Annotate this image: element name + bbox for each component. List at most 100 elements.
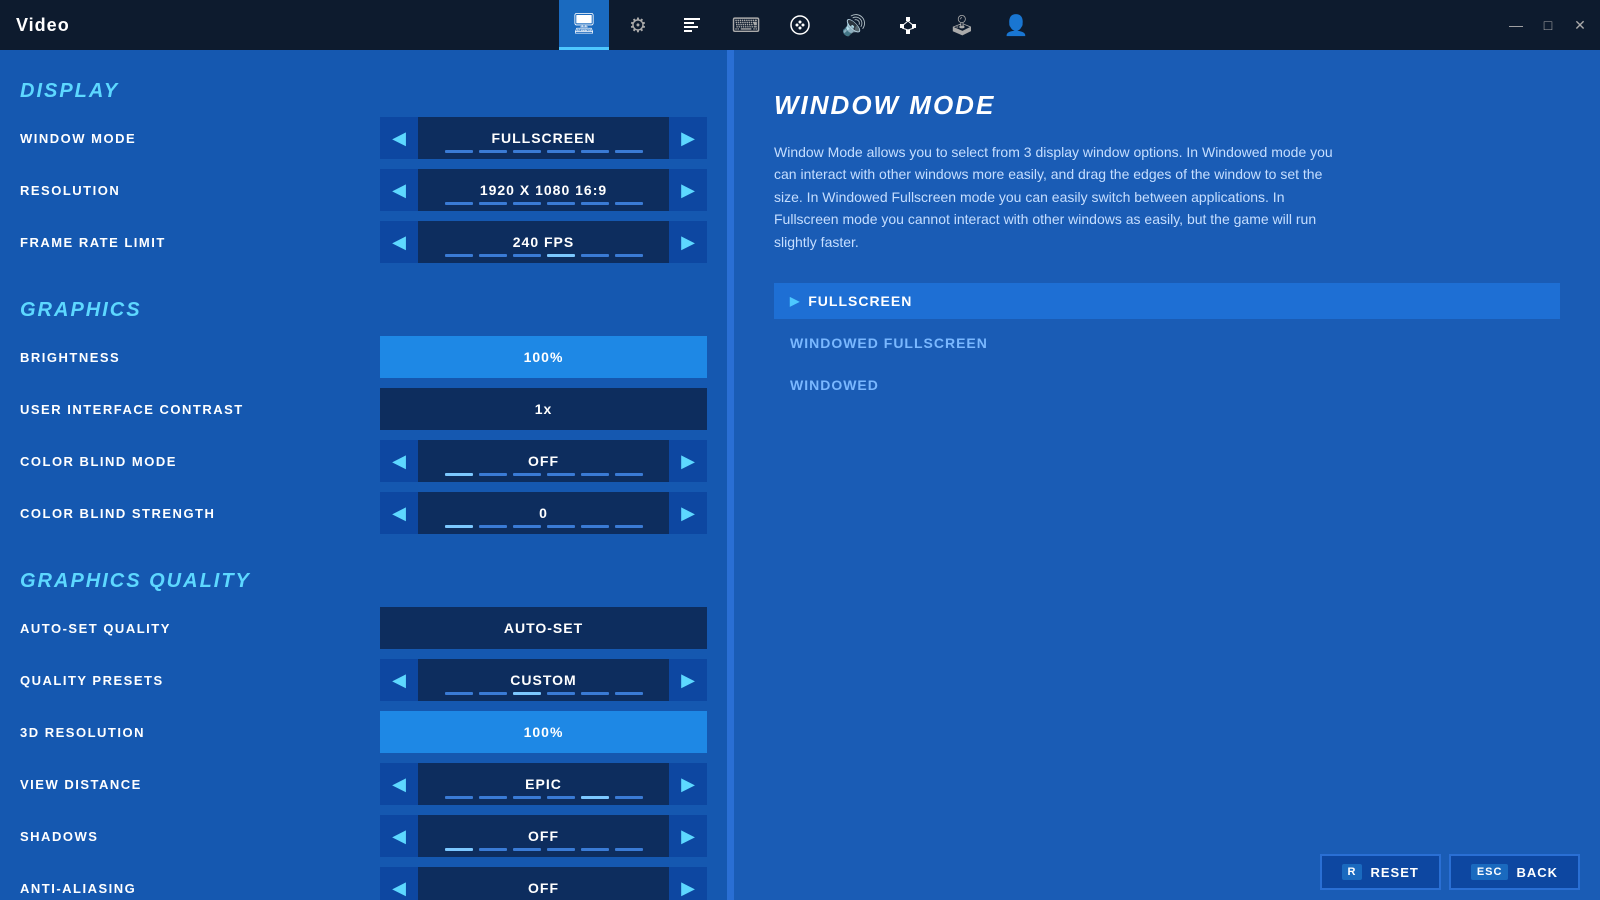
auto-set-quality-control: AUTO-SET (380, 607, 707, 649)
window-mode-next[interactable]: ▶ (669, 117, 707, 159)
anti-aliasing-control: ◀ OFF ▶ (380, 867, 707, 900)
ui-contrast-control: 1x (380, 388, 707, 430)
quality-presets-control: ◀ CUSTOM ▶ (380, 659, 707, 701)
nav-monitor[interactable]: 🖥 (559, 0, 609, 50)
info-description: Window Mode allows you to select from 3 … (774, 141, 1334, 253)
color-blind-strength-label: COLOR BLIND STRENGTH (20, 506, 380, 521)
ui-contrast-value: 1x (380, 388, 707, 430)
resolution-row: RESOLUTION ◀ 1920 X 1080 16:9 ▶ (20, 169, 707, 211)
brightness-row: BRIGHTNESS 100% (20, 336, 707, 378)
view-distance-prev[interactable]: ◀ (380, 763, 418, 805)
quality-presets-slider (418, 692, 669, 695)
nav-controller[interactable]: 🕹 (937, 0, 987, 50)
close-button[interactable]: ✕ (1568, 13, 1592, 37)
color-blind-strength-control: ◀ 0 ▶ (380, 492, 707, 534)
anti-aliasing-next[interactable]: ▶ (669, 867, 707, 900)
option-selected-arrow: ▶ (790, 294, 800, 308)
color-blind-strength-slider (418, 525, 669, 528)
color-blind-mode-label: COLOR BLIND MODE (20, 454, 380, 469)
shadows-prev[interactable]: ◀ (380, 815, 418, 857)
bottom-bar: R RESET ESC BACK (1300, 844, 1600, 900)
view-distance-row: VIEW DISTANCE ◀ EPIC ▶ (20, 763, 707, 805)
option-windowed-fullscreen-label: WINDOWED FULLSCREEN (790, 335, 988, 351)
frame-rate-prev[interactable]: ◀ (380, 221, 418, 263)
color-blind-strength-value: 0 (418, 492, 669, 534)
color-blind-mode-value: OFF (418, 440, 669, 482)
3d-resolution-value: 100% (380, 711, 707, 753)
view-distance-slider (418, 796, 669, 799)
color-blind-mode-row: COLOR BLIND MODE ◀ OFF ▶ (20, 440, 707, 482)
resolution-control: ◀ 1920 X 1080 16:9 ▶ (380, 169, 707, 211)
view-distance-next[interactable]: ▶ (669, 763, 707, 805)
ui-contrast-label: USER INTERFACE CONTRAST (20, 402, 380, 417)
back-key: ESC (1471, 864, 1509, 880)
frame-rate-control: ◀ 240 FPS ▶ (380, 221, 707, 263)
window-mode-row: WINDOW MODE ◀ FULLSCREEN ▶ (20, 117, 707, 159)
frame-rate-slider (418, 254, 669, 257)
nav-gamepad2[interactable] (775, 0, 825, 50)
color-blind-mode-prev[interactable]: ◀ (380, 440, 418, 482)
option-fullscreen[interactable]: ▶ FULLSCREEN (774, 283, 1560, 319)
nav-text[interactable] (667, 0, 717, 50)
graphics-section-header: GRAPHICS (20, 299, 707, 322)
window-controls: — □ ✕ (1504, 13, 1592, 37)
anti-aliasing-label: ANTI-ALIASING (20, 881, 380, 896)
anti-aliasing-row: ANTI-ALIASING ◀ OFF ▶ (20, 867, 707, 900)
resolution-prev[interactable]: ◀ (380, 169, 418, 211)
shadows-next[interactable]: ▶ (669, 815, 707, 857)
view-distance-control: ◀ EPIC ▶ (380, 763, 707, 805)
auto-set-quality-label: AUTO-SET QUALITY (20, 621, 380, 636)
color-blind-mode-control: ◀ OFF ▶ (380, 440, 707, 482)
shadows-row: SHADOWS ◀ OFF ▶ (20, 815, 707, 857)
title-bar: Video 🖥 ⚙ ⌨ 🔊 🕹 👤 — □ ✕ (0, 0, 1600, 50)
ui-contrast-row: USER INTERFACE CONTRAST 1x (20, 388, 707, 430)
resolution-value: 1920 X 1080 16:9 (418, 169, 669, 211)
3d-resolution-row: 3D RESOLUTION 100% (20, 711, 707, 753)
maximize-button[interactable]: □ (1536, 13, 1560, 37)
main-container: DISPLAY WINDOW MODE ◀ FULLSCREEN (0, 50, 1600, 900)
reset-button[interactable]: R RESET (1320, 854, 1441, 890)
3d-resolution-label: 3D RESOLUTION (20, 725, 380, 740)
color-blind-strength-row: COLOR BLIND STRENGTH ◀ 0 ▶ (20, 492, 707, 534)
quality-presets-next[interactable]: ▶ (669, 659, 707, 701)
frame-rate-next[interactable]: ▶ (669, 221, 707, 263)
window-mode-control: ◀ FULLSCREEN ▶ (380, 117, 707, 159)
resolution-next[interactable]: ▶ (669, 169, 707, 211)
nav-gear[interactable]: ⚙ (613, 0, 663, 50)
auto-set-quality-value: AUTO-SET (380, 607, 707, 649)
nav-tabs: 🖥 ⚙ ⌨ 🔊 🕹 👤 (559, 0, 1041, 50)
minimize-button[interactable]: — (1504, 13, 1528, 37)
nav-audio[interactable]: 🔊 (829, 0, 879, 50)
resolution-label: RESOLUTION (20, 183, 380, 198)
brightness-value: 100% (380, 336, 707, 378)
window-mode-prev[interactable]: ◀ (380, 117, 418, 159)
reset-label: RESET (1370, 865, 1418, 880)
quality-presets-value: CUSTOM (418, 659, 669, 701)
color-blind-strength-prev[interactable]: ◀ (380, 492, 418, 534)
frame-rate-row: FRAME RATE LIMIT ◀ 240 FPS ▶ (20, 221, 707, 263)
frame-rate-value: 240 FPS (418, 221, 669, 263)
nav-network[interactable] (883, 0, 933, 50)
option-windowed[interactable]: WINDOWED (774, 367, 1560, 403)
window-title: Video (16, 15, 70, 36)
window-mode-value: FULLSCREEN (418, 117, 669, 159)
quality-presets-label: QUALITY PRESETS (20, 673, 380, 688)
quality-presets-prev[interactable]: ◀ (380, 659, 418, 701)
auto-set-quality-row: AUTO-SET QUALITY AUTO-SET (20, 607, 707, 649)
window-mode-slider (418, 150, 669, 153)
frame-rate-label: FRAME RATE LIMIT (20, 235, 380, 250)
info-title: WINDOW MODE (774, 90, 1560, 121)
anti-aliasing-prev[interactable]: ◀ (380, 867, 418, 900)
option-windowed-fullscreen[interactable]: WINDOWED FULLSCREEN (774, 325, 1560, 361)
shadows-control: ◀ OFF ▶ (380, 815, 707, 857)
view-distance-label: VIEW DISTANCE (20, 777, 380, 792)
nav-account[interactable]: 👤 (991, 0, 1041, 50)
nav-keyboard[interactable]: ⌨ (721, 0, 771, 50)
brightness-control: 100% (380, 336, 707, 378)
shadows-label: SHADOWS (20, 829, 380, 844)
resolution-slider (418, 202, 669, 205)
color-blind-strength-next[interactable]: ▶ (669, 492, 707, 534)
back-button[interactable]: ESC BACK (1449, 854, 1580, 890)
anti-aliasing-value: OFF (418, 867, 669, 900)
color-blind-mode-next[interactable]: ▶ (669, 440, 707, 482)
